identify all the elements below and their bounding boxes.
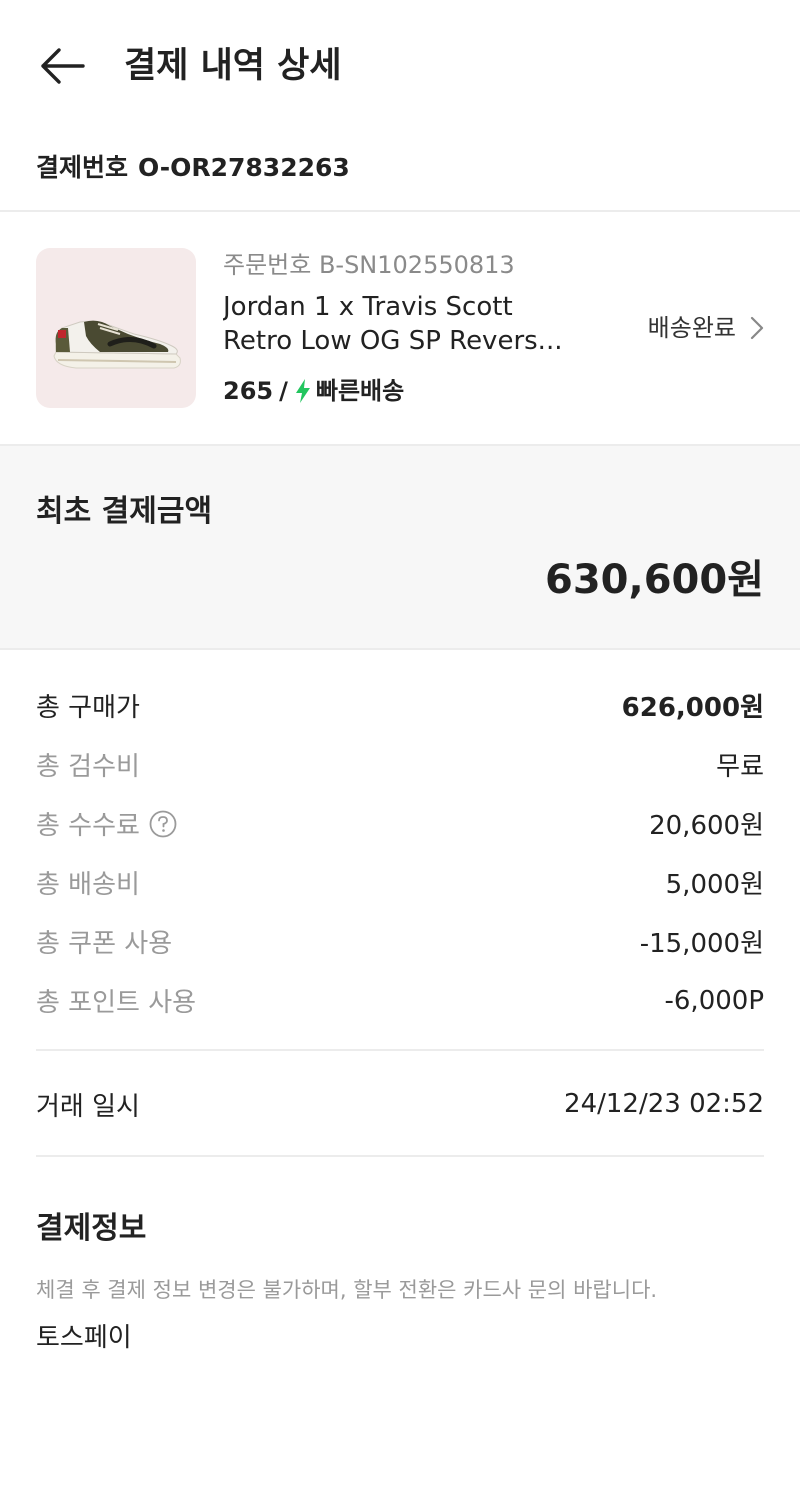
arrow-left-icon — [41, 48, 85, 84]
trade-datetime-row: 거래 일시 24/12/23 02:52 — [36, 1078, 764, 1130]
size-separator: / — [279, 377, 288, 405]
header: 결제 내역 상세 — [0, 0, 800, 128]
breakdown-value: -15,000원 — [639, 929, 764, 959]
breakdown-value: 20,600원 — [649, 811, 764, 841]
product-size: 265 — [223, 377, 274, 405]
trade-datetime-value: 24/12/23 02:52 — [564, 1089, 764, 1119]
breakdown-row: 총 쿠폰 사용 -15,000원 — [36, 912, 764, 971]
breakdown-label: 총 수수료 — [36, 811, 140, 841]
sneaker-image — [53, 320, 181, 369]
payment-number: 결제번호 O-OR27832263 — [36, 148, 350, 188]
breakdown-value: -6,000P — [664, 985, 765, 1016]
product-thumbnail — [36, 248, 196, 408]
breakdown-label: 총 포인트 사용 — [36, 988, 197, 1018]
initial-payment-amount: 630,600원 — [545, 557, 764, 603]
divider — [36, 1155, 764, 1157]
breakdown-label-wrap: 총 수수료 — [36, 805, 178, 842]
breakdown-value: 5,000원 — [665, 870, 764, 900]
payment-info-note: 체결 후 결제 정보 변경은 불가하며, 할부 전환은 카드사 문의 바랍니다. — [36, 1278, 658, 1302]
payment-method: 토스페이 — [36, 1323, 132, 1353]
payment-info-title: 결제정보 — [36, 1211, 147, 1246]
initial-payment-summary: 최초 결제금액 630,600원 — [0, 446, 800, 648]
breakdown-row: 총 수수료 20,600원 — [36, 794, 764, 853]
divider — [0, 648, 800, 650]
breakdown-row: 총 포인트 사용 -6,000P — [36, 971, 764, 1030]
breakdown-row: 총 구매가 626,000원 — [36, 676, 764, 735]
back-button[interactable] — [36, 40, 88, 92]
payment-number-value: O-OR27832263 — [138, 153, 350, 182]
delivery-status-link[interactable]: 배송완료 — [648, 310, 764, 346]
page-title: 결제 내역 상세 — [124, 46, 342, 86]
order-number: 주문번호 B-SN102550813 — [223, 251, 515, 279]
product-row[interactable]: 주문번호 B-SN102550813 Jordan 1 x Travis Sco… — [0, 212, 800, 444]
divider — [36, 1049, 764, 1051]
breakdown-value: 무료 — [716, 752, 764, 782]
breakdown-row: 총 검수비 무료 — [36, 735, 764, 794]
chevron-right-icon — [750, 316, 764, 340]
breakdown-label: 총 배송비 — [36, 870, 140, 900]
breakdown-row: 총 배송비 5,000원 — [36, 853, 764, 912]
product-name-line1: Jordan 1 x Travis Scott — [223, 292, 513, 322]
breakdown-label: 총 구매가 — [36, 693, 140, 723]
payment-detail-page: 결제 내역 상세 결제번호 O-OR27832263 주문번호 B-SN1025… — [0, 0, 800, 1500]
breakdown-label: 총 검수비 — [36, 752, 140, 782]
payment-number-label: 결제번호 — [36, 153, 129, 182]
trade-datetime-label: 거래 일시 — [36, 1091, 140, 1122]
lightning-icon — [294, 378, 312, 404]
initial-payment-label: 최초 결제금액 — [36, 494, 213, 529]
price-breakdown: 총 구매가 626,000원 총 검수비 무료 총 수수료 20,600원 총 — [36, 676, 764, 1030]
shipping-label: 빠른배송 — [315, 377, 405, 405]
product-name: Jordan 1 x Travis Scott Retro Low OG SP … — [223, 290, 583, 358]
size-shipping: 265 / 빠른배송 — [223, 374, 404, 408]
delivery-status: 배송완료 — [647, 314, 736, 342]
question-circle-icon[interactable] — [148, 809, 178, 839]
product-name-line2: Retro Low OG SP Revers... — [223, 326, 563, 356]
breakdown-value: 626,000원 — [621, 693, 764, 723]
breakdown-label: 총 쿠폰 사용 — [36, 929, 173, 959]
